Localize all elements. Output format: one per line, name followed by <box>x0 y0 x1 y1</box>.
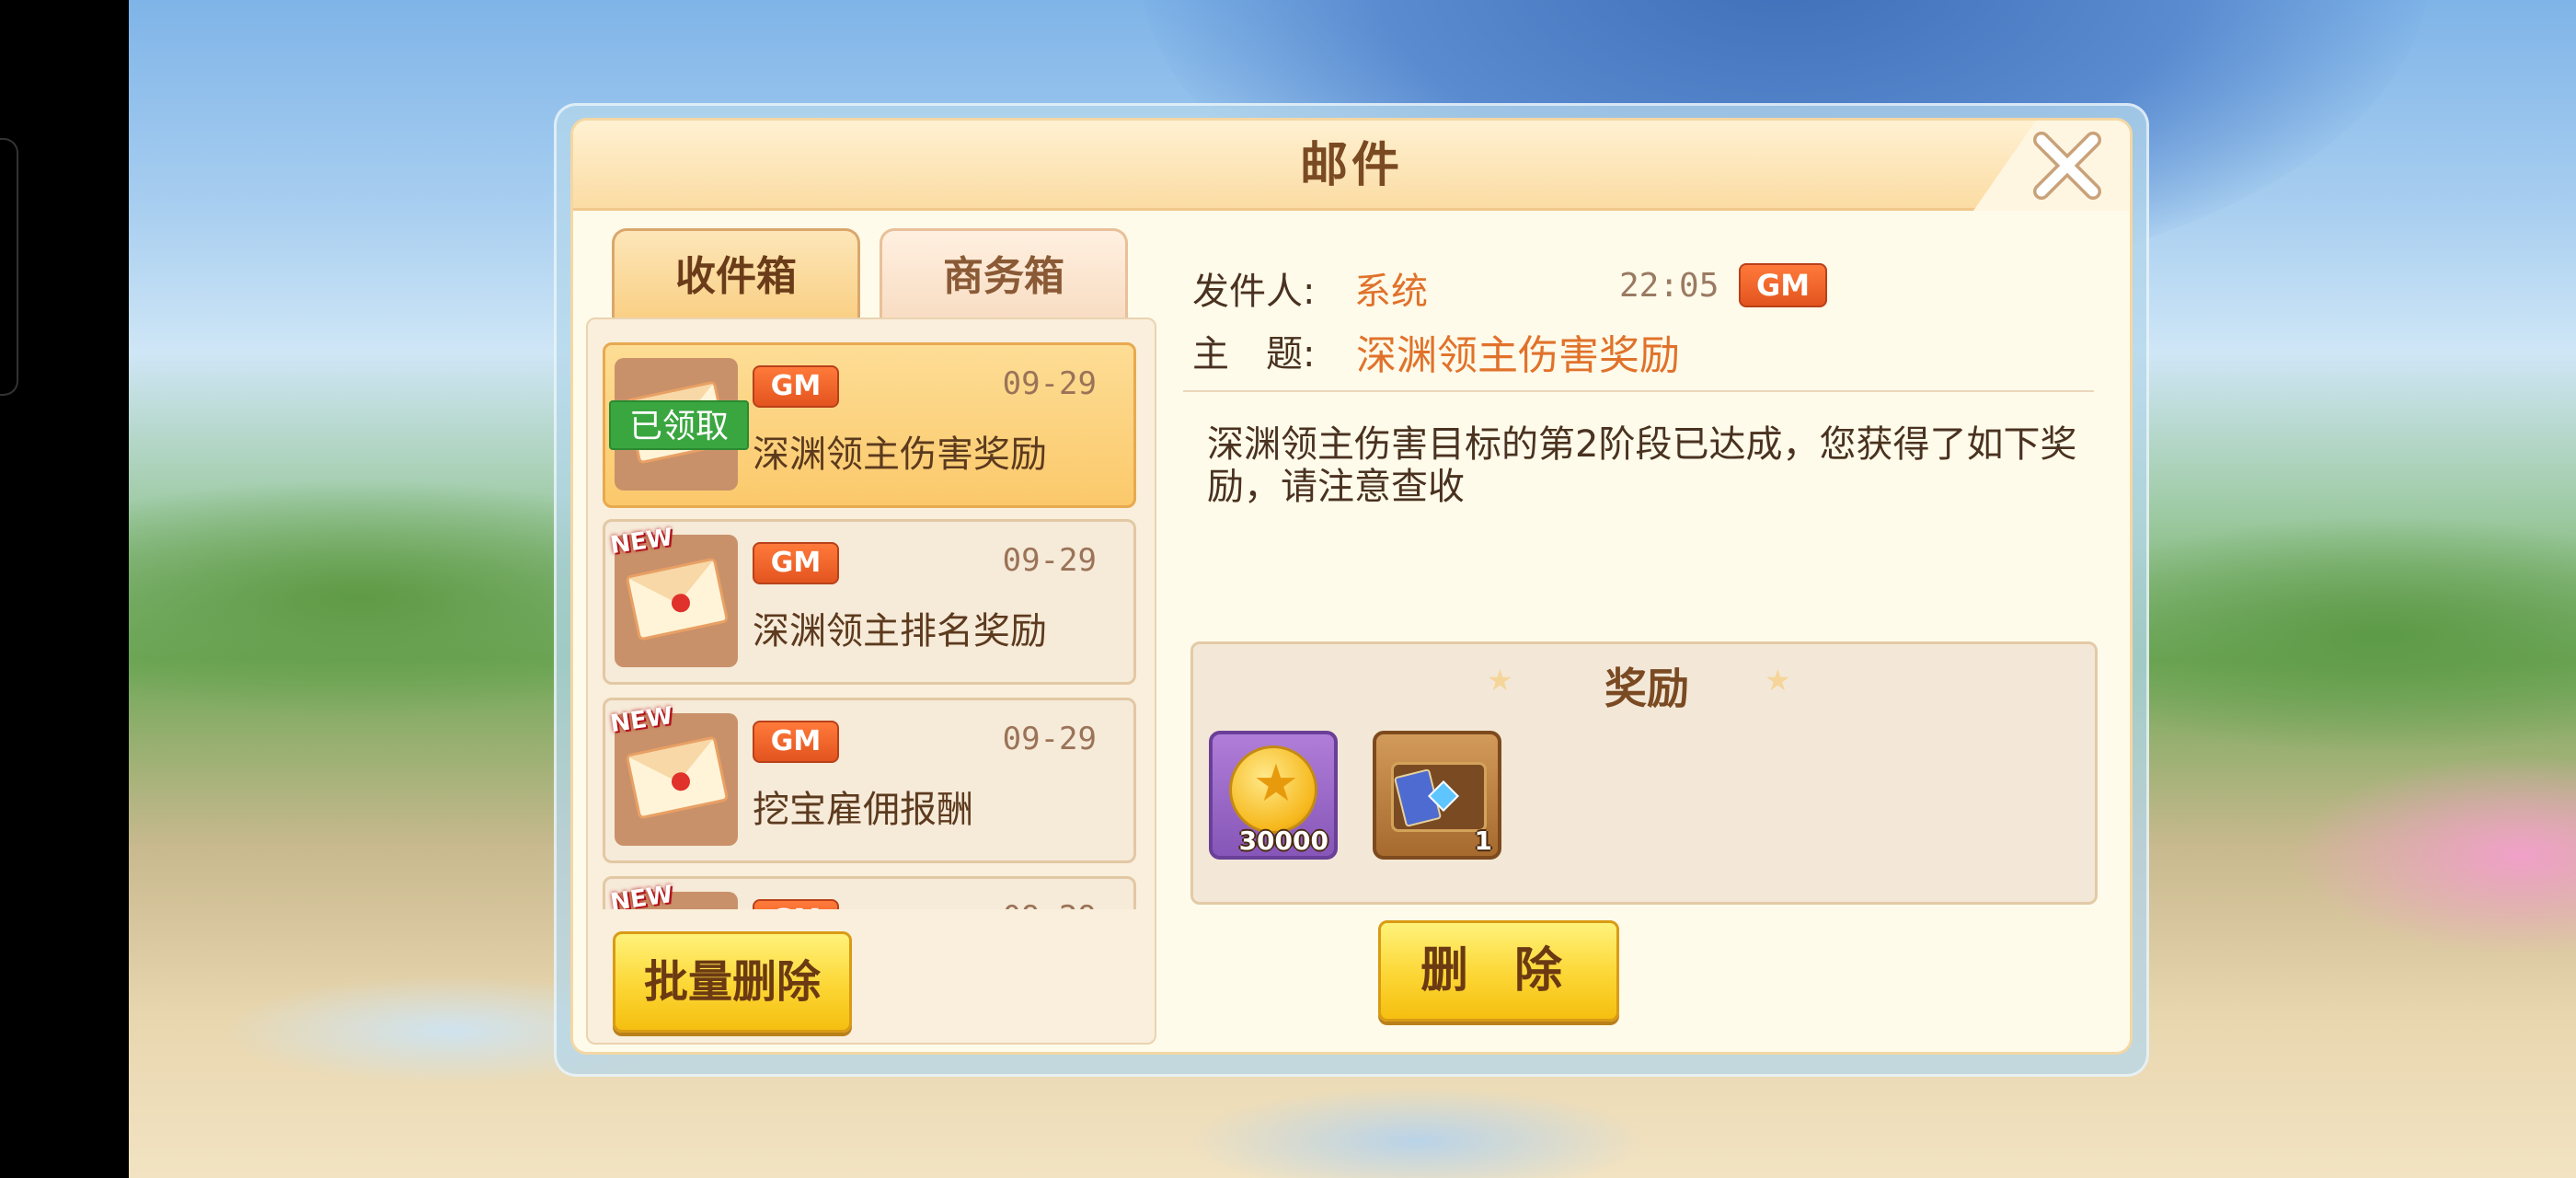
mail-subject: 深渊领主排名奖励 <box>753 610 1047 653</box>
subject-label: 主 题: <box>1192 333 1316 375</box>
mail-subject: 挖宝雇佣报酬 <box>753 789 973 831</box>
batch-delete-button[interactable]: 批量删除 <box>613 931 852 1033</box>
reward-treasure-chest[interactable]: 1 <box>1373 731 1501 860</box>
mail-item[interactable]: NEW GM 09-29 深渊领主排名奖励 <box>603 519 1136 685</box>
mail-date: 09-29 <box>1002 365 1097 402</box>
envelope-icon <box>625 735 730 820</box>
reward-gold-coin[interactable]: ★ 30000 <box>1209 731 1338 860</box>
gold-coin-icon: ★ <box>1229 745 1317 834</box>
sender-label: 发件人: <box>1192 271 1316 313</box>
mail-item[interactable]: NEW GM 09-29 <box>603 876 1136 909</box>
star-icon: ★ <box>1765 663 1791 698</box>
mail-item[interactable]: NEW GM 09-29 挖宝雇佣报酬 <box>603 698 1136 863</box>
new-badge: NEW <box>608 880 675 909</box>
subject-value: 深渊领主伤害奖励 <box>1356 332 1680 379</box>
close-icon[interactable] <box>2029 127 2106 204</box>
gm-badge: GM <box>753 542 839 584</box>
mail-time: 22:05 <box>1619 267 1719 305</box>
divider <box>1183 390 2094 392</box>
gm-badge: GM <box>1739 263 1827 307</box>
gm-badge: GM <box>753 899 839 909</box>
reward-count: 1 <box>1474 826 1492 856</box>
device-notch <box>0 138 18 396</box>
star-icon: ★ <box>1487 663 1513 698</box>
envelope-icon <box>625 557 730 641</box>
mail-body: 深渊领主伤害目标的第2阶段已达成，您获得了如下奖励，请注意查收 <box>1207 423 2077 508</box>
mail-date: 09-29 <box>1003 899 1097 909</box>
reward-count: 30000 <box>1238 826 1328 856</box>
gm-badge: GM <box>753 365 839 408</box>
mail-item-selected[interactable]: 已领取 GM 09-29 深渊领主伤害奖励 <box>603 342 1136 508</box>
tab-business[interactable]: 商务箱 <box>880 228 1128 320</box>
sender-value: 系统 <box>1354 271 1428 313</box>
mail-date: 09-29 <box>1002 542 1097 579</box>
title-bar: 邮件 <box>573 121 2130 211</box>
claimed-badge: 已领取 <box>609 400 749 450</box>
mail-date: 09-29 <box>1002 721 1097 757</box>
tab-inbox[interactable]: 收件箱 <box>612 228 860 320</box>
gm-badge: GM <box>753 721 839 763</box>
delete-button[interactable]: 删 除 <box>1378 920 1619 1022</box>
treasure-chest-icon <box>1391 762 1487 832</box>
mail-subject: 深渊领主伤害奖励 <box>753 433 1047 476</box>
dialog-title: 邮件 <box>1299 138 1403 193</box>
rewards-title: 奖励 <box>1604 664 1689 713</box>
mail-list[interactable]: 已领取 GM 09-29 深渊领主伤害奖励 NEW GM 09-29 深渊领主排… <box>603 339 1140 909</box>
